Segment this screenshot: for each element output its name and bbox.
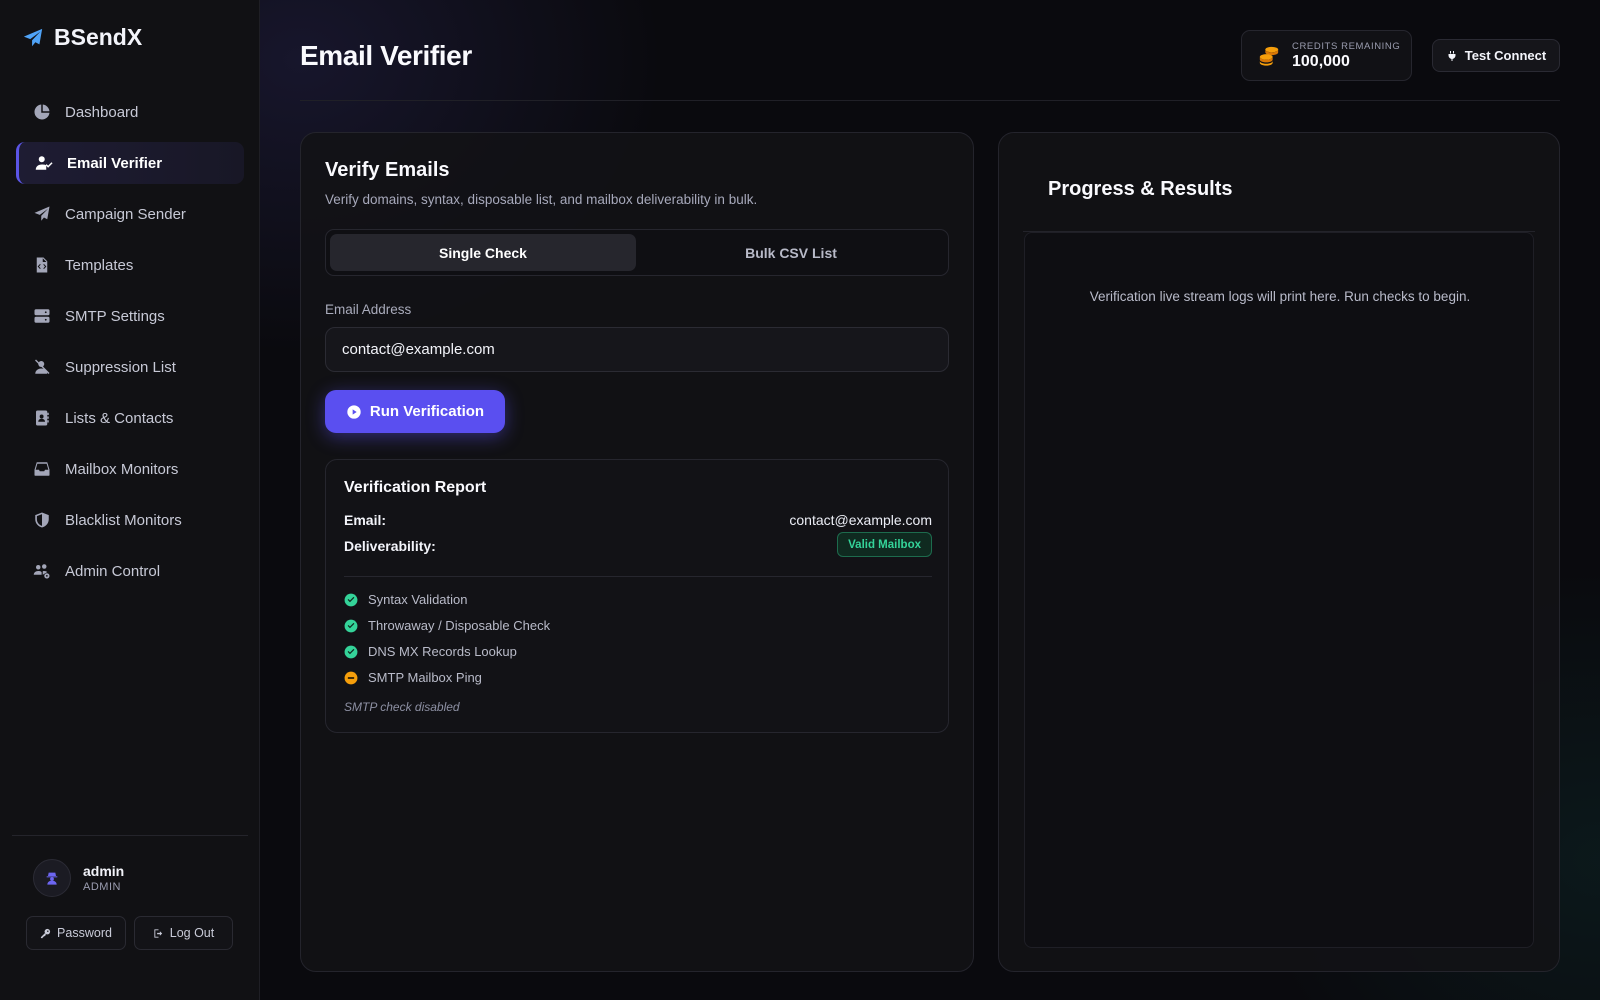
sign-out-icon — [154, 928, 162, 938]
coins-icon — [1259, 46, 1279, 66]
sidebar-item-templates[interactable]: Templates — [16, 244, 244, 286]
users-gear-icon — [32, 561, 52, 581]
credits-widget: CREDITS REMAINING 100,000 — [1241, 30, 1412, 81]
page-title: Email Verifier — [300, 40, 472, 71]
report-title: Verification Report — [344, 479, 487, 496]
progress-card: Progress & Results Verification live str… — [998, 132, 1560, 972]
user-role: ADMIN — [83, 881, 121, 893]
check-label: SMTP Mailbox Ping — [368, 670, 482, 685]
sidebar-item-label: Dashboard — [65, 103, 139, 121]
check-label: Syntax Validation — [368, 592, 468, 607]
report-email-value: contact@example.com — [789, 512, 932, 528]
sidebar-item-label: Email Verifier — [67, 154, 163, 172]
verify-card: Verify Emails Verify domains, syntax, di… — [300, 132, 974, 972]
report-email-row: Email: contact@example.com — [344, 512, 932, 528]
mode-tabs: Single Check Bulk CSV List — [325, 229, 949, 276]
sidebar-item-dashboard[interactable]: Dashboard — [16, 91, 244, 133]
log-panel[interactable]: Verification live stream logs will print… — [1024, 232, 1534, 948]
sidebar-item-label: Blacklist Monitors — [65, 511, 182, 529]
tab-bulk-csv-list[interactable]: Bulk CSV List — [638, 234, 944, 271]
verify-title: Verify Emails — [325, 159, 450, 181]
play-circle-icon — [347, 404, 361, 419]
sidebar-item-campaign-sender[interactable]: Campaign Sender — [16, 193, 244, 235]
check-circle-icon — [344, 619, 358, 632]
report-deliverability-key: Deliverability: — [344, 538, 436, 554]
sidebar-item-label: Templates — [65, 256, 134, 274]
file-code-icon — [32, 255, 52, 275]
test-connect-label: Test Connect — [1464, 48, 1547, 63]
server-icon — [32, 306, 52, 326]
header-divider — [300, 100, 1560, 101]
address-book-icon — [32, 408, 52, 428]
password-label: Password — [57, 926, 112, 940]
user-profile: admin ADMIN — [33, 859, 124, 897]
log-empty-message: Verification live stream logs will print… — [1089, 289, 1471, 304]
user-secret-icon — [46, 872, 58, 885]
verification-report: Verification Report Email: contact@examp… — [325, 459, 949, 733]
email-field-label: Email Address — [325, 302, 412, 317]
user-slash-icon — [32, 357, 52, 377]
minus-circle-icon — [344, 671, 358, 684]
sidebar-item-blacklist-monitors[interactable]: Blacklist Monitors — [16, 499, 244, 541]
sidebar-item-label: Lists & Contacts — [65, 409, 174, 427]
logout-label: Log Out — [169, 926, 215, 940]
sidebar-item-mailbox-monitors[interactable]: Mailbox Monitors — [16, 448, 244, 490]
sidebar-item-lists-contacts[interactable]: Lists & Contacts — [16, 397, 244, 439]
check-item: Syntax Validation — [344, 592, 468, 607]
run-verification-button[interactable]: Run Verification — [325, 390, 505, 433]
sidebar-item-label: Suppression List — [65, 358, 176, 376]
run-verification-label: Run Verification — [369, 403, 485, 420]
check-circle-icon — [344, 593, 358, 606]
logout-button[interactable]: Log Out — [134, 916, 233, 950]
check-item: SMTP Mailbox Ping — [344, 670, 482, 685]
avatar[interactable] — [33, 859, 71, 897]
user-check-icon — [34, 153, 54, 173]
sidebar-nav: Dashboard Email Verifier Campaign Sender… — [16, 91, 244, 601]
check-item: DNS MX Records Lookup — [344, 644, 517, 659]
sidebar-item-label: SMTP Settings — [65, 307, 165, 325]
report-deliverability-row: Deliverability: Valid Mailbox — [344, 532, 932, 557]
report-email-key: Email: — [344, 512, 387, 528]
tab-single-check[interactable]: Single Check — [330, 234, 636, 271]
check-label: Throwaway / Disposable Check — [368, 618, 551, 633]
password-button[interactable]: Password — [26, 916, 126, 950]
user-name: admin — [83, 863, 125, 879]
paper-plane-icon — [23, 28, 43, 46]
sidebar-item-email-verifier[interactable]: Email Verifier — [16, 142, 244, 184]
email-field[interactable] — [325, 327, 949, 372]
check-circle-icon — [344, 645, 358, 658]
app-logo[interactable]: BSendX — [22, 24, 142, 51]
plug-icon — [1448, 50, 1456, 61]
status-badge: Valid Mailbox — [837, 532, 932, 557]
credits-label: CREDITS REMAINING — [1292, 40, 1401, 52]
sidebar-item-label: Campaign Sender — [65, 205, 186, 223]
credits-value: 100,000 — [1292, 52, 1350, 70]
report-divider — [344, 576, 932, 577]
chart-pie-icon — [32, 102, 52, 122]
shield-icon — [32, 510, 52, 530]
sidebar-item-admin-control[interactable]: Admin Control — [16, 550, 244, 592]
report-note: SMTP check disabled — [344, 700, 460, 714]
progress-title: Progress & Results — [1048, 178, 1233, 200]
sidebar: BSendX Dashboard Email Verifier Campaign… — [0, 0, 260, 1000]
inbox-icon — [32, 459, 52, 479]
check-label: DNS MX Records Lookup — [368, 644, 517, 659]
verify-subtitle: Verify domains, syntax, disposable list,… — [325, 192, 758, 207]
check-item: Throwaway / Disposable Check — [344, 618, 550, 633]
paper-plane-icon — [32, 204, 52, 224]
sidebar-item-suppression-list[interactable]: Suppression List — [16, 346, 244, 388]
app-name: BSendX — [54, 24, 143, 50]
key-icon — [40, 928, 51, 938]
test-connect-button[interactable]: Test Connect — [1432, 39, 1560, 72]
sidebar-item-smtp-settings[interactable]: SMTP Settings — [16, 295, 244, 337]
sidebar-divider — [12, 835, 248, 836]
sidebar-item-label: Mailbox Monitors — [65, 460, 179, 478]
sidebar-item-label: Admin Control — [65, 562, 161, 580]
